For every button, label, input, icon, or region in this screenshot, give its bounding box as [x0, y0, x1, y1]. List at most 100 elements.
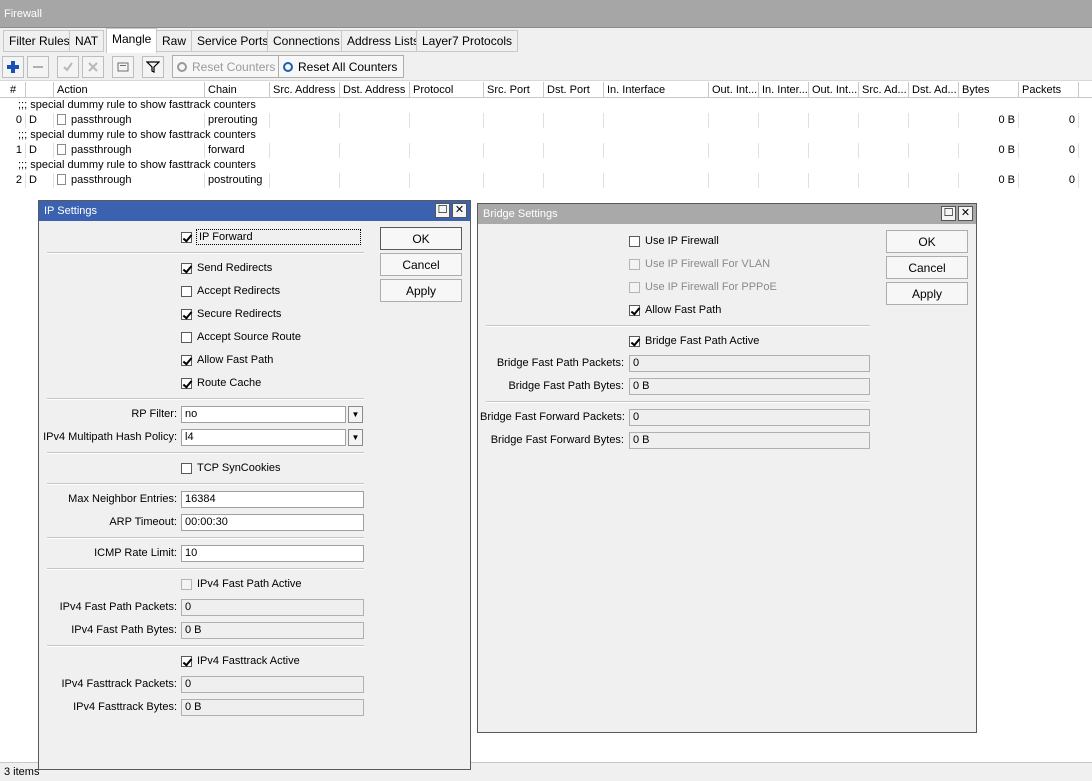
bridge-settings-title-bar[interactable]: Bridge Settings ☐ ✕ [478, 204, 976, 224]
max-neighbor-label: Max Neighbor Entries: [68, 493, 177, 505]
rule-protocol [410, 173, 484, 188]
col-out-interface-list[interactable]: Out. Int... [809, 82, 859, 98]
col-in-interface[interactable]: In. Interface [604, 82, 709, 98]
col-action[interactable]: Action [54, 82, 205, 98]
tab-address-lists[interactable]: Address Lists [341, 30, 426, 52]
cancel-button[interactable]: Cancel [380, 253, 462, 276]
rule-src-port [484, 173, 544, 188]
use-ip-firewall-vlan-checkbox[interactable]: Use IP Firewall For VLAN [629, 257, 770, 271]
check-icon [63, 62, 73, 72]
remove-button[interactable] [27, 56, 49, 78]
comment-button[interactable] [112, 56, 134, 78]
tab-layer7-protocols[interactable]: Layer7 Protocols [416, 30, 519, 52]
send-redirects-checkbox[interactable]: Send Redirects [181, 261, 272, 275]
rule-in-interface [604, 113, 709, 128]
ipv4-fasttrack-packets-label: IPv4 Fasttrack Packets: [61, 678, 177, 690]
col-chain[interactable]: Chain [205, 82, 270, 98]
rule-chain: prerouting [205, 113, 270, 128]
reset-all-icon [283, 61, 293, 72]
enable-button[interactable] [57, 56, 79, 78]
rule-comment-row[interactable]: ;;; special dummy rule to show fasttrack… [0, 128, 1092, 143]
tab-service-ports[interactable]: Service Ports [191, 30, 275, 52]
apply-button[interactable]: Apply [380, 279, 462, 302]
col-dst-address[interactable]: Dst. Address [340, 82, 410, 98]
close-button[interactable]: ✕ [958, 206, 973, 221]
rule-comment-row[interactable]: ;;; special dummy rule to show fasttrack… [0, 158, 1092, 173]
rule-src-address-list [859, 173, 909, 188]
icmp-rate-limit-input[interactable]: 10 [181, 545, 364, 562]
col-src-address[interactable]: Src. Address [270, 82, 340, 98]
col-bytes[interactable]: Bytes [959, 82, 1019, 98]
col-protocol[interactable]: Protocol [410, 82, 484, 98]
tab-mangle[interactable]: Mangle [106, 28, 158, 53]
use-ip-firewall-pppoe-checkbox[interactable]: Use IP Firewall For PPPoE [629, 280, 777, 294]
col-dst-port[interactable]: Dst. Port [544, 82, 604, 98]
close-button[interactable]: ✕ [452, 203, 467, 218]
bridge-fast-path-bytes-field: 0 B [629, 378, 870, 395]
checkbox-box [181, 231, 192, 243]
bridge-ok-button[interactable]: OK [886, 230, 968, 253]
rule-out-interface [709, 173, 759, 188]
maximize-button[interactable]: ☐ [435, 203, 450, 218]
col-out-interface[interactable]: Out. Int... [709, 82, 759, 98]
rule-in-interface-list [759, 113, 809, 128]
rule-number: 0 [0, 113, 26, 128]
rule-flag: D [26, 143, 54, 158]
tab-nat[interactable]: NAT [69, 30, 105, 52]
disable-button[interactable] [82, 56, 104, 78]
tab-filter-rules[interactable]: Filter Rules [3, 30, 76, 52]
rule-dst-address [340, 173, 410, 188]
tab-raw[interactable]: Raw [156, 30, 193, 52]
ip-settings-title-bar[interactable]: IP Settings ☐ ✕ [39, 201, 470, 221]
rp-filter-dropdown-button[interactable]: ▼ [348, 406, 363, 423]
max-neighbor-input[interactable]: 16384 [181, 491, 364, 508]
col-src-port[interactable]: Src. Port [484, 82, 544, 98]
bridge-cancel-button[interactable]: Cancel [886, 256, 968, 279]
col-in-interface-list[interactable]: In. Inter... [759, 82, 809, 98]
maximize-button[interactable]: ☐ [941, 206, 956, 221]
tab-connections[interactable]: Connections [267, 30, 346, 52]
use-ip-firewall-checkbox[interactable]: Use IP Firewall [629, 234, 719, 248]
rule-bytes: 0 B [959, 113, 1019, 128]
reset-all-counters-button[interactable]: Reset All Counters [278, 55, 405, 78]
rule-comment-row[interactable]: ;;; special dummy rule to show fasttrack… [0, 98, 1092, 113]
arp-timeout-input[interactable]: 00:00:30 [181, 514, 364, 531]
filter-button[interactable] [142, 56, 164, 78]
table-row[interactable]: 1 D passthrough forward 0 B 0 [0, 143, 1092, 158]
rule-out-interface-list [809, 143, 859, 158]
rule-out-interface [709, 143, 759, 158]
col-flags[interactable] [26, 82, 54, 98]
table-header: # Action Chain Src. Address Dst. Address… [0, 82, 1092, 98]
ipv4-fasttrack-packets-field: 0 [181, 676, 364, 693]
col-dst-address-list[interactable]: Dst. Ad... [909, 82, 959, 98]
table-row[interactable]: 2 D passthrough postrouting 0 B 0 [0, 173, 1092, 188]
ip-forward-checkbox[interactable]: IP Forward [181, 229, 361, 245]
separator [47, 398, 364, 400]
add-button[interactable] [2, 56, 24, 78]
secure-redirects-checkbox[interactable]: Secure Redirects [181, 307, 281, 321]
tcp-syncookies-checkbox[interactable]: TCP SynCookies [181, 461, 281, 475]
col-packets[interactable]: Packets [1019, 82, 1079, 98]
multipath-hash-dropdown-button[interactable]: ▼ [348, 429, 363, 446]
bridge-apply-button[interactable]: Apply [886, 282, 968, 305]
accept-redirects-checkbox[interactable]: Accept Redirects [181, 284, 280, 298]
rp-filter-select[interactable]: no [181, 406, 346, 423]
tcp-syncookies-label: TCP SynCookies [197, 462, 281, 474]
allow-fast-path-checkbox[interactable]: Allow Fast Path [181, 353, 273, 367]
accept-source-route-checkbox[interactable]: Accept Source Route [181, 330, 301, 344]
bridge-allow-fast-path-checkbox[interactable]: Allow Fast Path [629, 303, 721, 317]
send-redirects-label: Send Redirects [197, 262, 273, 274]
ok-button[interactable]: OK [380, 227, 462, 250]
ipv4-fast-path-active-label: IPv4 Fast Path Active [197, 578, 302, 590]
allow-fast-path-label: Allow Fast Path [197, 354, 274, 366]
reset-counters-button[interactable]: Reset Counters [172, 55, 283, 78]
col-src-address-list[interactable]: Src. Ad... [859, 82, 909, 98]
route-cache-checkbox[interactable]: Route Cache [181, 376, 261, 390]
table-row[interactable]: 0 D passthrough prerouting 0 B 0 [0, 113, 1092, 128]
bridge-settings-dialog: Bridge Settings ☐ ✕ Use IP Firewall Use … [477, 203, 977, 733]
document-icon [57, 114, 66, 125]
reset-icon [177, 61, 187, 72]
bridge-allow-fast-path-label: Allow Fast Path [645, 304, 722, 316]
multipath-hash-select[interactable]: l4 [181, 429, 346, 446]
col-number[interactable]: # [0, 82, 26, 98]
